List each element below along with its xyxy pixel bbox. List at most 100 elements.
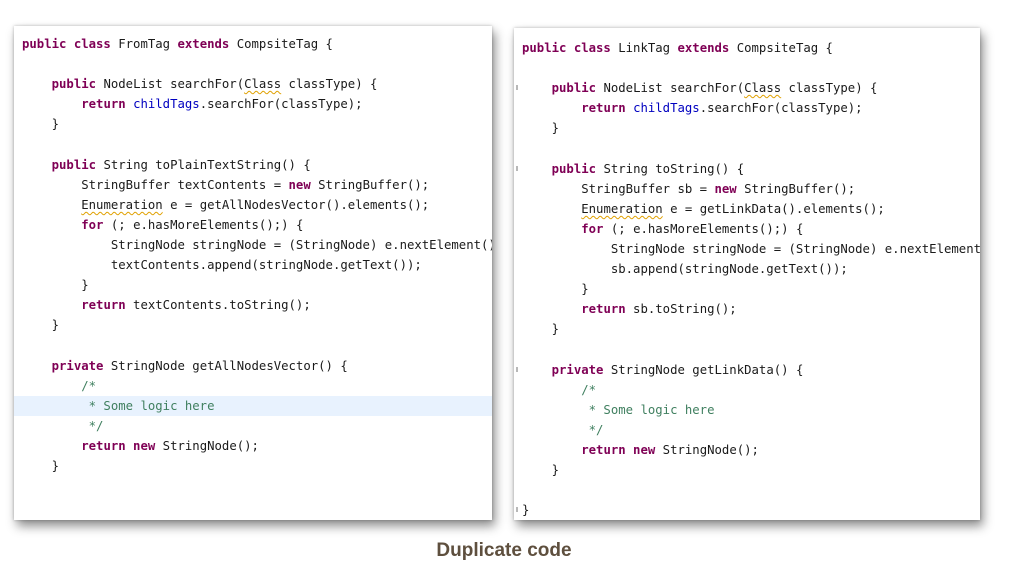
code-line: /* xyxy=(514,380,980,400)
code-token: textContents.append(stringNode.getText()… xyxy=(22,258,422,273)
code-line: public class LinkTag extends CompsiteTag… xyxy=(514,38,980,58)
code-line: } xyxy=(514,118,980,138)
code-token: textContents.toString(); xyxy=(125,298,311,313)
code-token: String toString() { xyxy=(596,161,745,176)
code-token: public xyxy=(51,77,97,92)
code-line: * Some logic here xyxy=(514,400,980,420)
gutter-marker xyxy=(516,85,518,91)
code-token: e = getAllNodesVector().elements(); xyxy=(162,197,430,212)
code-token: StringBuffer sb = xyxy=(522,181,715,196)
code-token: public xyxy=(551,81,597,96)
code-line: */ xyxy=(14,416,492,436)
code-token: .searchFor(classType); xyxy=(699,101,863,116)
code-token: classType) { xyxy=(281,77,378,92)
code-token: } xyxy=(22,278,89,293)
code-line: return textContents.toString(); xyxy=(14,295,492,315)
code-line: return new StringNode(); xyxy=(14,436,492,456)
code-line: } xyxy=(14,315,492,335)
code-token: NodeList searchFor( xyxy=(96,77,245,92)
code-token: */ xyxy=(22,418,104,433)
code-line: for (; e.hasMoreElements();) { xyxy=(514,219,980,239)
code-line: /* xyxy=(14,376,492,396)
code-token: .searchFor(classType); xyxy=(199,97,363,112)
code-token: } xyxy=(522,322,560,337)
code-token: for xyxy=(81,217,104,232)
code-panel-linktag: public class LinkTag extends CompsiteTag… xyxy=(514,28,980,520)
gutter-marker xyxy=(516,165,518,171)
code-token: NodeList searchFor( xyxy=(596,81,745,96)
code-token: } xyxy=(522,282,589,297)
code-token: } xyxy=(522,462,560,477)
code-line: */ xyxy=(514,420,980,440)
code-token: private xyxy=(551,362,604,377)
code-token: return xyxy=(581,302,626,317)
code-line: } xyxy=(14,275,492,295)
code-token: return new xyxy=(81,438,156,453)
code-line: } xyxy=(514,319,980,339)
code-token: StringNode(); xyxy=(655,442,759,457)
code-line: public NodeList searchFor(Class classTyp… xyxy=(14,74,492,94)
code-token: String toPlainTextString() { xyxy=(96,157,311,172)
code-line: return sb.toString(); xyxy=(514,299,980,319)
code-line: } xyxy=(14,114,492,134)
code-token: StringNode stringNode = (StringNode) e.n… xyxy=(22,237,492,252)
code-token: } xyxy=(22,117,60,132)
code-token: public xyxy=(551,161,597,176)
code-line: for (; e.hasMoreElements();) { xyxy=(14,215,492,235)
code-block-linktag: public class LinkTag extends CompsiteTag… xyxy=(514,38,980,520)
code-token: extends xyxy=(177,37,230,51)
code-line: Enumeration e = getLinkData().elements()… xyxy=(514,199,980,219)
code-token: return xyxy=(81,97,126,112)
code-block-fromtag: public class FromTag extends CompsiteTag… xyxy=(14,34,492,520)
code-token: } xyxy=(22,318,60,333)
code-token: Class xyxy=(244,77,282,92)
code-token: childTags xyxy=(133,97,200,112)
code-token: * Some logic here xyxy=(22,398,215,413)
code-token: StringNode getLinkData() { xyxy=(603,362,804,377)
code-token: StringNode stringNode = (StringNode) e.n… xyxy=(522,241,980,256)
code-line: public class FromTag extends CompsiteTag… xyxy=(14,34,492,54)
code-token: (; e.hasMoreElements();) { xyxy=(103,217,304,232)
code-line: public String toString() { xyxy=(514,159,980,179)
caption: Duplicate code xyxy=(436,540,572,561)
code-token: new xyxy=(288,177,311,192)
code-line: Enumeration e = getAllNodesVector().elem… xyxy=(14,195,492,215)
code-line: return new StringNode(); xyxy=(514,440,980,460)
code-token: FromTag xyxy=(110,37,178,51)
code-token: } xyxy=(22,458,60,473)
code-line: private StringNode getLinkData() { xyxy=(514,360,980,380)
code-token: CompsiteTag { xyxy=(729,41,833,55)
code-line: public String toPlainTextString() { xyxy=(14,155,492,175)
code-line: } xyxy=(14,456,492,476)
code-token: for xyxy=(581,221,604,236)
code-token: extends xyxy=(677,41,730,55)
code-token: Class xyxy=(744,81,782,96)
code-token: LinkTag xyxy=(610,41,678,55)
code-token: sb.append(stringNode.getText()); xyxy=(522,262,848,277)
code-token: return xyxy=(81,298,126,313)
code-token: childTags xyxy=(633,101,700,116)
code-token: (; e.hasMoreElements();) { xyxy=(603,221,804,236)
code-token: StringNode(); xyxy=(155,438,259,453)
code-line: } xyxy=(514,500,980,520)
